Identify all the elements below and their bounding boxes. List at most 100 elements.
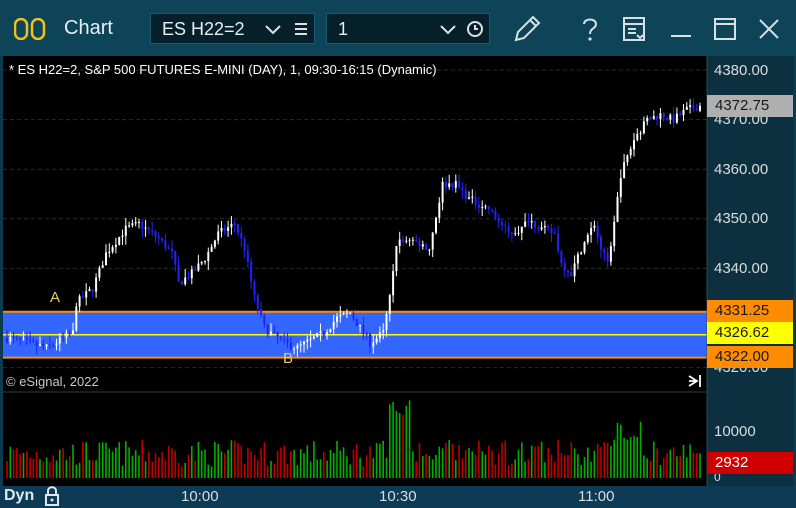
candle-body <box>58 337 61 344</box>
candle-body <box>487 206 490 210</box>
annotation-a: A <box>50 289 61 306</box>
candle-body <box>39 344 41 346</box>
candle-body <box>355 319 358 326</box>
candle-body <box>55 343 58 345</box>
candle-body <box>563 263 566 271</box>
candle-body <box>557 233 560 252</box>
candle-body <box>128 225 131 227</box>
candle-body <box>606 252 609 262</box>
candle-body <box>260 308 263 315</box>
candle-body <box>501 222 503 226</box>
candle-body <box>161 238 164 241</box>
candle-body <box>237 224 239 234</box>
candle-body <box>626 155 629 163</box>
candle-body <box>263 314 266 325</box>
candle-body <box>616 196 619 222</box>
candle-body <box>540 227 543 230</box>
candle-body <box>329 328 332 333</box>
candle-body <box>48 344 51 346</box>
candle-body <box>309 338 312 340</box>
candle-body <box>65 333 68 338</box>
candle-body <box>375 338 378 343</box>
candle-body <box>332 321 335 329</box>
candle-body <box>461 187 464 191</box>
candle-body <box>283 338 286 340</box>
candle-body <box>243 238 246 251</box>
candle-body <box>392 271 395 296</box>
candle-body <box>609 246 612 262</box>
candle-body <box>319 331 322 333</box>
candle-body <box>345 313 348 315</box>
candle-body <box>425 244 428 250</box>
lower-band-tag: 4322.00 <box>707 346 793 368</box>
candle-body <box>227 227 230 231</box>
candle-body <box>372 342 375 347</box>
annotation-b: B <box>283 350 294 367</box>
candle-body <box>398 239 401 247</box>
candle-body <box>682 109 685 116</box>
candle-body <box>382 330 385 333</box>
candle-body <box>494 210 497 218</box>
candle-body <box>448 183 451 188</box>
candle-body <box>600 236 602 250</box>
candle-body <box>639 133 642 135</box>
candle-body <box>108 251 111 253</box>
candle-body <box>534 221 536 228</box>
price-tick: 4380.00 <box>714 62 769 79</box>
candle-body <box>180 281 183 285</box>
candle-body <box>134 221 137 224</box>
candle-body <box>190 269 193 279</box>
candle-body <box>22 338 25 340</box>
candle-body <box>68 333 71 335</box>
candle-body <box>88 289 91 292</box>
candle-body <box>144 227 147 229</box>
candle-body <box>405 240 408 242</box>
candle-body <box>629 149 632 156</box>
candle-body <box>286 339 289 343</box>
mid-band-tag: 4326.62 <box>707 322 793 344</box>
candle-body <box>157 236 160 239</box>
candle-body <box>530 221 533 223</box>
candle-body <box>312 336 315 339</box>
candle-body <box>378 332 381 339</box>
candle-body <box>19 337 22 340</box>
candle-body <box>171 248 173 251</box>
candle-body <box>441 181 444 203</box>
candle-body <box>603 249 606 253</box>
candle-body <box>250 261 253 282</box>
candle-body <box>586 234 589 243</box>
candle-body <box>15 337 18 339</box>
candle-body <box>276 331 279 337</box>
candle-body <box>527 221 530 223</box>
candle-body <box>435 217 437 233</box>
candle-body <box>121 235 124 238</box>
candle-body <box>253 281 256 296</box>
candle-body <box>62 337 65 339</box>
channel-band <box>3 310 707 359</box>
lock-icon[interactable] <box>43 485 61 507</box>
candle-body <box>520 226 523 233</box>
candle-body <box>553 233 556 235</box>
candle-body <box>299 344 302 346</box>
candle-body <box>619 178 622 197</box>
candle-body <box>177 264 180 282</box>
candle-body <box>293 348 296 350</box>
candle-body <box>223 228 226 231</box>
candle-body <box>118 237 121 245</box>
candle-body <box>560 251 563 264</box>
candle-body <box>217 231 220 241</box>
candle-body <box>402 239 404 242</box>
scroll-to-end-icon[interactable] <box>688 375 701 387</box>
copyright-text: © eSignal, 2022 <box>6 374 99 389</box>
candle-body <box>230 223 233 228</box>
candle-body <box>431 232 434 250</box>
last-volume-tag: 2932 <box>707 452 793 474</box>
candle-body <box>124 225 127 236</box>
candle-body <box>613 221 616 247</box>
time-tick: 10:00 <box>181 488 219 505</box>
dynamic-mode-label[interactable]: Dyn <box>4 487 34 505</box>
candle-body <box>636 133 639 141</box>
candle-body <box>256 295 259 309</box>
candle-body <box>497 217 500 223</box>
candle-body <box>395 246 398 272</box>
